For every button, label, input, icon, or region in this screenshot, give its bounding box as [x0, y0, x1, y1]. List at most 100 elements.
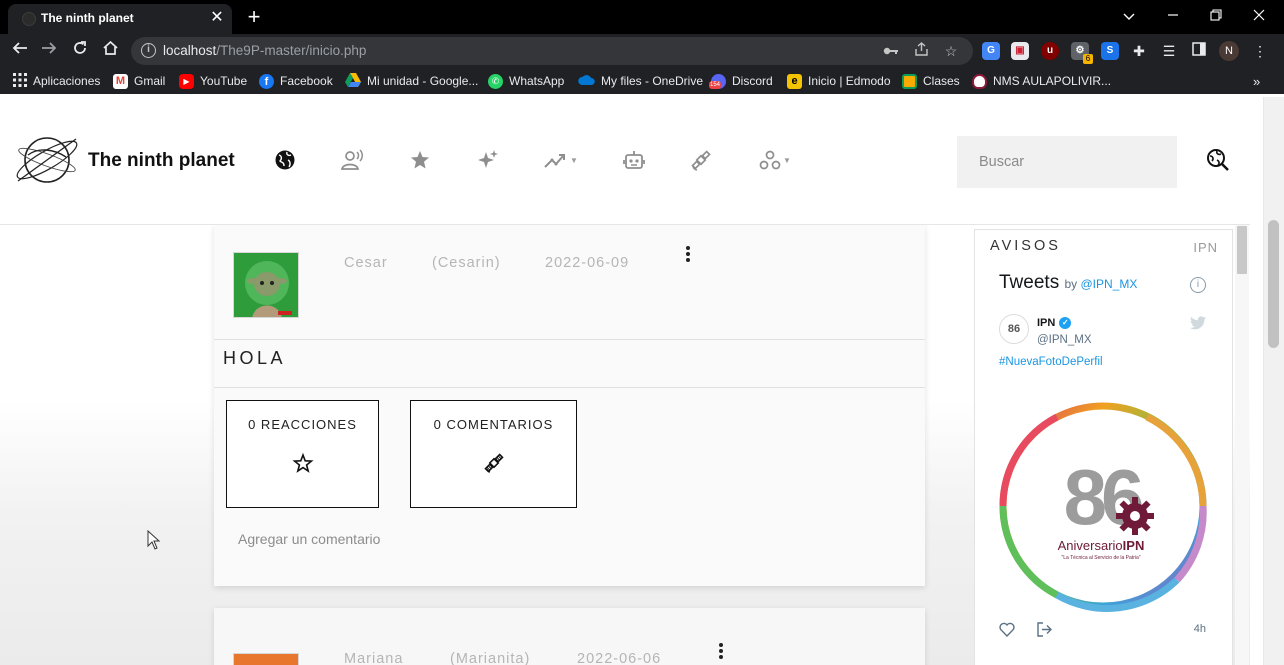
bookmark-clases[interactable]: Clases [902, 73, 960, 89]
globe-icon[interactable] [271, 147, 299, 173]
discord-icon: 154 [709, 73, 726, 89]
post-divider-bottom [214, 387, 925, 388]
bookmark-youtube[interactable]: ▶ YouTube [179, 73, 247, 89]
tweet-author-name-row[interactable]: IPN ✓ [1037, 317, 1072, 329]
ublock-icon[interactable]: u [1041, 42, 1059, 60]
page-scrollbar[interactable]: ▲ [1235, 212, 1249, 665]
extensions-puzzle-icon[interactable]: ✚ [1130, 42, 1148, 60]
classroom-icon [902, 73, 917, 89]
bookmark-gmail[interactable]: M Gmail [113, 73, 165, 89]
window-scrollbar[interactable] [1263, 97, 1284, 665]
bookmark-star-icon[interactable]: ☆ [942, 42, 960, 60]
twitter-bird-icon[interactable] [1190, 316, 1206, 332]
search-input[interactable] [957, 136, 1177, 188]
google-drive-icon [345, 72, 361, 90]
browser-tab-active[interactable]: The ninth planet ✕ [8, 4, 232, 34]
browser-menu-icon[interactable]: ⋮ [1251, 42, 1269, 60]
bookmark-facebook[interactable]: f Facebook [259, 73, 333, 89]
tweet-hashtag-link[interactable]: #NuevaFotoDePerfil [999, 356, 1103, 368]
star-outline-icon [291, 451, 315, 475]
google-translate-icon[interactable]: G [982, 42, 1000, 60]
tweet-image-caption: Aniversario [1058, 538, 1123, 553]
whatsapp-icon: ✆ [488, 73, 503, 89]
bookmark-google-drive[interactable]: Mi unidad - Google... [345, 72, 478, 90]
robot-icon[interactable] [620, 147, 648, 173]
post-divider-top [214, 339, 925, 340]
post-author-name[interactable]: Mariana [344, 651, 403, 665]
address-url[interactable]: localhost/The9P-master/inicio.php [163, 43, 366, 58]
tweet-timestamp[interactable]: 4h [1194, 623, 1206, 635]
twitter-by-handle-link[interactable]: @IPN_MX [1081, 277, 1138, 291]
post-author-avatar[interactable] [233, 653, 299, 665]
bookmark-aplicaciones[interactable]: Aplicaciones [13, 72, 100, 90]
youtube-icon: ▶ [179, 73, 194, 89]
sparkles-icon[interactable] [474, 147, 502, 173]
post-author-username[interactable]: (Marianita) [450, 651, 530, 665]
bookmark-discord[interactable]: 154 Discord [709, 73, 773, 89]
post-more-options-icon[interactable] [714, 642, 728, 662]
back-arrow-icon[interactable] [8, 39, 32, 63]
side-panel-icon[interactable] [1190, 42, 1208, 60]
avisos-tag: IPN [1193, 240, 1218, 255]
share-tweet-icon[interactable] [1036, 622, 1052, 638]
minimize-window-button[interactable] [1151, 0, 1195, 34]
post-author-name[interactable]: Cesar [344, 255, 388, 271]
extension-print-icon[interactable]: ▣ [1011, 42, 1029, 60]
gmail-icon: M [113, 73, 128, 89]
share-icon[interactable] [912, 42, 930, 60]
trending-dropdown-icon[interactable]: ▼ [543, 147, 579, 173]
search-globe-icon[interactable] [1206, 148, 1230, 172]
close-window-button[interactable] [1237, 0, 1281, 34]
tweet-author-name: IPN [1037, 317, 1056, 329]
tab-close-icon[interactable]: ✕ [208, 9, 226, 27]
site-header: The ninth planet ▼ ▼ [0, 97, 1250, 225]
add-comment-input[interactable] [228, 525, 728, 553]
like-heart-icon[interactable] [999, 622, 1015, 638]
post-card: Cesar (Cesarin) 2022-06-09 HOLA 0 REACCI… [214, 225, 925, 586]
address-bar[interactable]: i localhost/The9P-master/inicio.php ☆ [131, 37, 973, 65]
reading-list-icon[interactable]: ☰ [1160, 42, 1178, 60]
post-date: 2022-06-09 [545, 255, 630, 271]
person-voice-icon[interactable] [339, 147, 367, 173]
apps-grid-icon [13, 72, 27, 90]
edmodo-icon: e [787, 73, 802, 89]
bookmark-aulapolivirtual[interactable]: NMS AULAPOLIVIR... [972, 73, 1111, 89]
post-author-username[interactable]: (Cesarin) [432, 255, 501, 271]
reload-icon[interactable] [68, 39, 92, 63]
info-icon[interactable]: i [1190, 277, 1206, 293]
restore-window-button[interactable] [1194, 0, 1238, 34]
shapes-dropdown-icon[interactable]: ▼ [757, 147, 793, 173]
forward-arrow-icon[interactable] [37, 39, 61, 63]
tweet-author-handle[interactable]: @IPN_MX [1037, 334, 1092, 346]
comments-button[interactable]: 0 COMENTARIOS [410, 400, 577, 508]
satellite-icon[interactable] [687, 147, 715, 173]
profile-avatar[interactable]: N [1219, 41, 1239, 61]
post-date: 2022-06-06 [577, 651, 662, 665]
avisos-title: AVISOS [990, 238, 1061, 254]
tweet-author-avatar[interactable]: 86 [999, 314, 1029, 344]
post-author-avatar[interactable] [233, 252, 299, 318]
key-icon[interactable] [882, 42, 900, 60]
planet-logo-icon[interactable] [12, 125, 82, 195]
new-tab-button[interactable]: + [243, 6, 265, 28]
star-icon[interactable] [406, 147, 434, 173]
window-scrollbar-thumb[interactable] [1268, 220, 1279, 348]
home-icon[interactable] [98, 39, 122, 63]
gear-icon [1116, 497, 1154, 535]
browser-tab-strip: The ninth planet ✕ + [0, 0, 1284, 34]
page-viewport: Cesar (Cesarin) 2022-06-09 HOLA 0 REACCI… [0, 97, 1250, 665]
page-scrollbar-thumb[interactable] [1237, 226, 1247, 274]
avisos-panel: AVISOS IPN Tweets by @IPN_MX i 86 IPN ✓ … [974, 229, 1233, 665]
bookmarks-overflow-icon[interactable]: » [1253, 73, 1260, 89]
bookmark-onedrive[interactable]: My files - OneDrive [578, 73, 703, 89]
post-more-options-icon[interactable] [681, 245, 695, 265]
site-title[interactable]: The ninth planet [88, 150, 235, 172]
site-info-icon[interactable]: i [141, 43, 156, 58]
verified-badge-icon: ✓ [1059, 317, 1072, 329]
bookmark-edmodo[interactable]: e Inicio | Edmodo [787, 73, 891, 89]
bookmark-whatsapp[interactable]: ✆ WhatsApp [488, 73, 564, 89]
tab-search-chevron-icon[interactable] [1107, 0, 1151, 34]
tweet-image[interactable]: 86 AniversarioIPN "La Técnica al Servici… [997, 400, 1209, 612]
extension-s-icon[interactable]: S [1101, 42, 1119, 60]
reactions-button[interactable]: 0 REACCIONES [226, 400, 379, 508]
